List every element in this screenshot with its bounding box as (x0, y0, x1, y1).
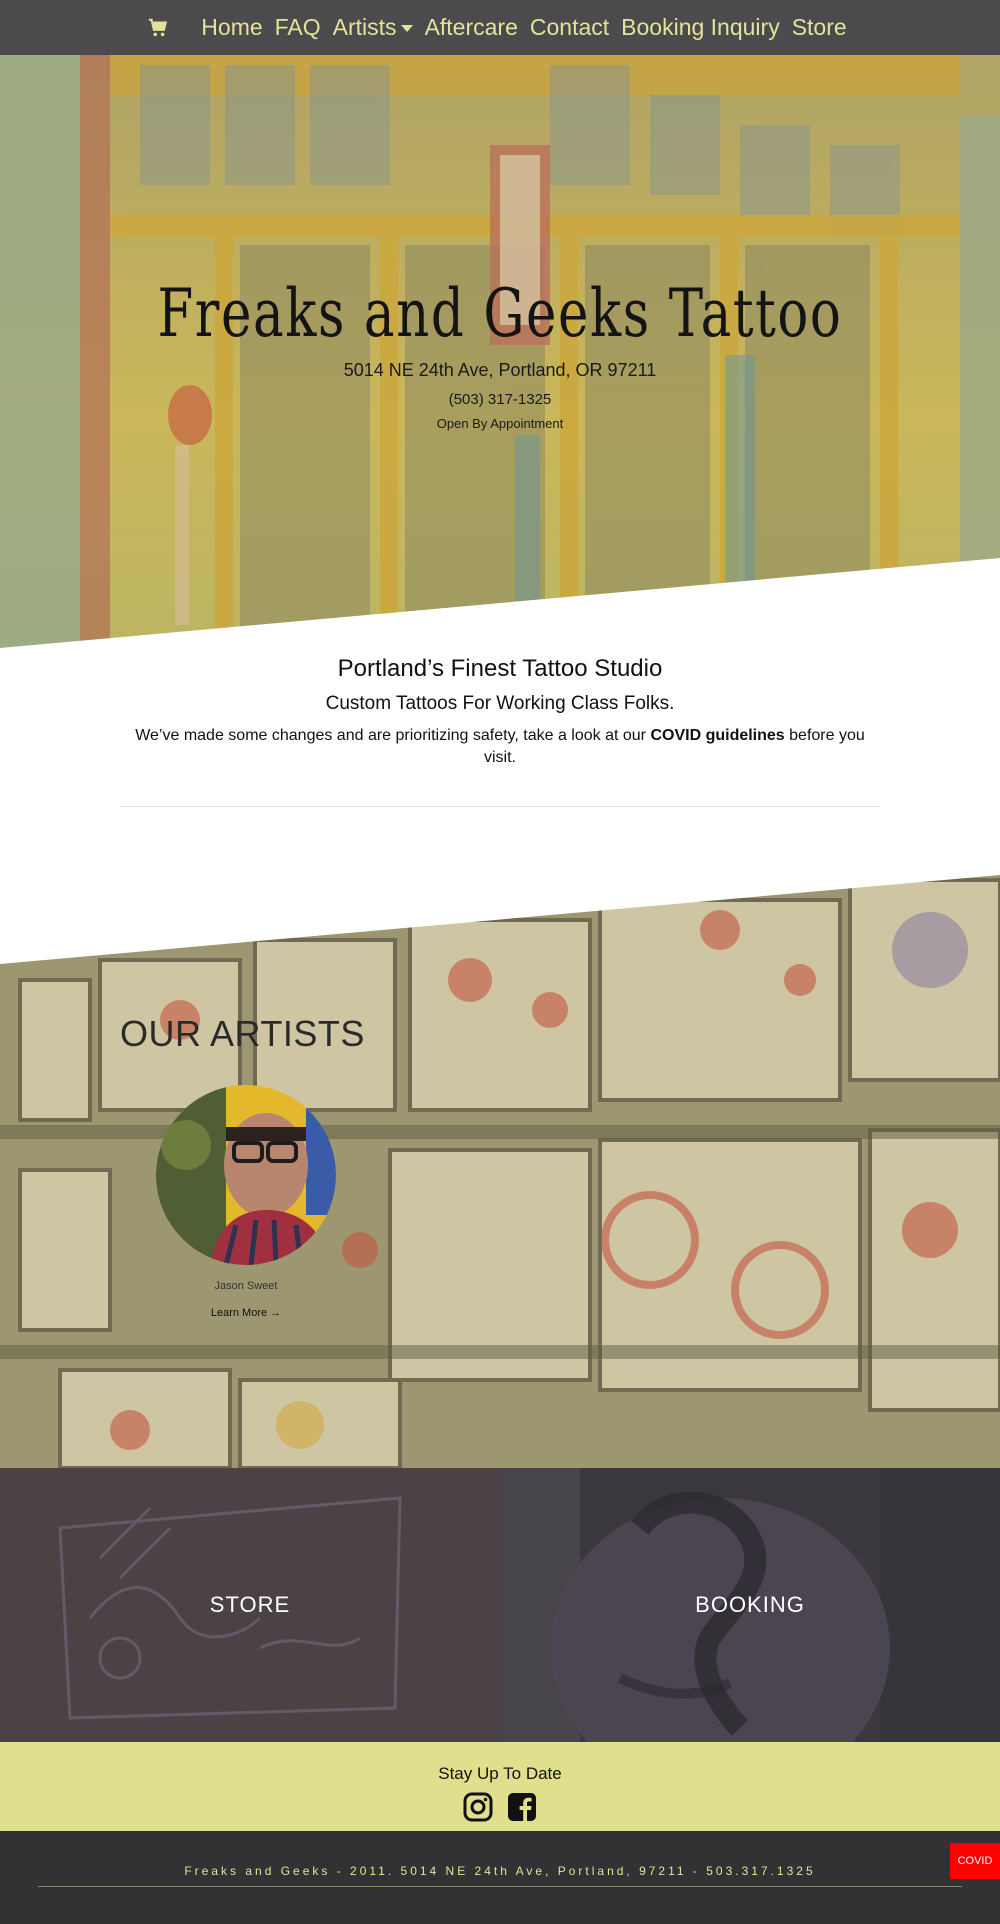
nav-home[interactable]: Home (195, 14, 268, 41)
covid-notice-text-before: We’ve made some changes and are prioriti… (135, 727, 651, 744)
booking-panel[interactable]: BOOKING (500, 1468, 1000, 1742)
site-footer: Freaks and Geeks - 2011. 5014 NE 24th Av… (0, 1831, 1000, 1924)
artists-section: OUR ARTISTS Jason Sweet Learn More → (0, 870, 1000, 1468)
booking-label: BOOKING (695, 1592, 805, 1617)
site-title: Freaks and Geeks Tattoo (157, 275, 843, 352)
intro-section: Portland’s Finest Tattoo Studio Custom T… (0, 655, 1000, 769)
covid-guidelines-link[interactable]: COVID guidelines (650, 727, 784, 744)
artist-avatar[interactable] (156, 1085, 336, 1265)
shop-phone[interactable]: (503) 317-1325 (0, 391, 1000, 408)
covid-notice: We’ve made some changes and are prioriti… (130, 725, 870, 769)
nav-store[interactable]: Store (786, 14, 853, 41)
intro-heading: Portland’s Finest Tattoo Studio (337, 655, 663, 682)
facebook-icon[interactable] (507, 1792, 537, 1822)
covid-button[interactable]: COVID (950, 1843, 1000, 1879)
instagram-icon[interactable] (463, 1792, 493, 1822)
nav-artists-dropdown[interactable]: Artists (327, 14, 419, 41)
shop-hours: Open By Appointment (436, 416, 564, 431)
artist-photo (156, 1085, 336, 1265)
store-label: STORE (209, 1592, 291, 1617)
footer-info: Freaks and Geeks - 2011. 5014 NE 24th Av… (184, 1864, 816, 1878)
store-panel[interactable]: STORE (0, 1468, 500, 1742)
stay-up-to-date-section: Stay Up To Date (0, 1742, 1000, 1831)
section-divider (120, 806, 880, 807)
nav-faq[interactable]: FAQ (269, 14, 327, 41)
artist-learn-more-link[interactable]: Learn More → (156, 1307, 336, 1319)
footer-divider (38, 1886, 962, 1887)
chevron-down-icon (400, 25, 413, 33)
nav-artists-label: Artists (332, 14, 397, 40)
nav-aftercare[interactable]: Aftercare (419, 14, 524, 41)
stay-up-to-date-heading: Stay Up To Date (438, 1764, 562, 1783)
feature-panels: STORE BOOKING (0, 1468, 1000, 1742)
shopping-cart-icon[interactable] (147, 17, 169, 39)
artist-name: Jason Sweet (214, 1280, 278, 1292)
social-links (0, 1792, 1000, 1822)
nav-booking-inquiry[interactable]: Booking Inquiry (615, 14, 786, 41)
top-navbar: Home FAQ Artists Aftercare Contact Booki… (0, 0, 1000, 55)
shop-address: 5014 NE 24th Ave, Portland, OR 97211 (343, 360, 657, 380)
nav-contact[interactable]: Contact (524, 14, 615, 41)
hero-text-block: Freaks and Geeks Tattoo 5014 NE 24th Ave… (0, 275, 1000, 431)
flash-wall-background-image (0, 870, 1000, 1468)
intro-subheading: Custom Tattoos For Working Class Folks. (325, 693, 675, 714)
artists-heading: OUR ARTISTS (120, 1013, 365, 1054)
hero-section: Freaks and Geeks Tattoo 5014 NE 24th Ave… (0, 55, 1000, 655)
